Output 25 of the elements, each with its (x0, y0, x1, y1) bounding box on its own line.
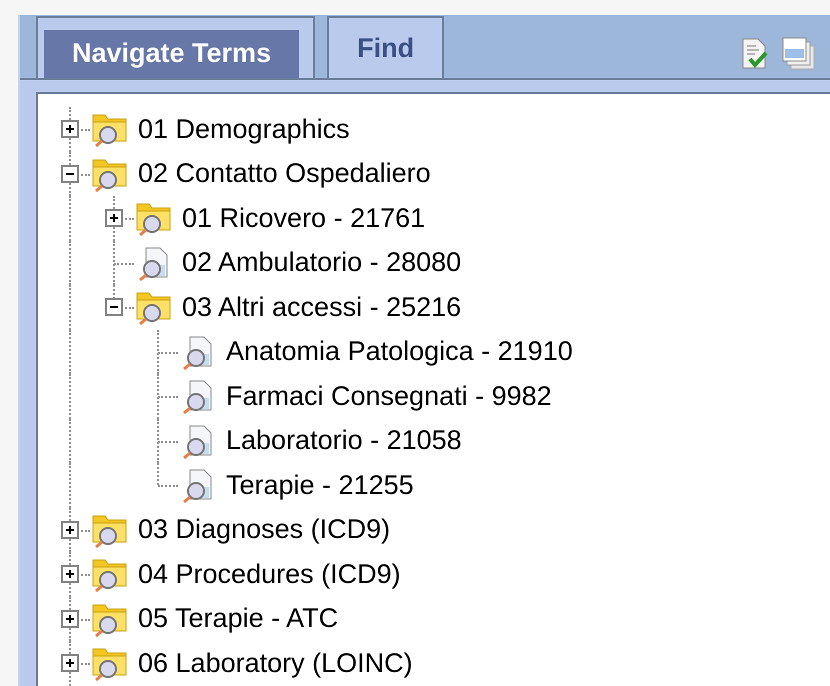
expand-icon[interactable] (61, 520, 79, 539)
tree-item[interactable]: 03 Diagnoses (ICD9) (138, 514, 390, 546)
collapse-icon[interactable] (61, 164, 79, 183)
expand-icon[interactable] (61, 565, 79, 584)
tree-item[interactable]: Farmaci Consegnati - 9982 (226, 380, 552, 412)
tree-item[interactable]: Laboratorio - 21058 (226, 425, 462, 456)
tree-item[interactable]: 03 Altri accessi - 25216 (182, 292, 462, 323)
tree-item[interactable]: 01 Demographics (138, 114, 350, 145)
tree-item[interactable]: Anatomia Patologica - 21910 (226, 336, 573, 368)
expand-icon[interactable] (61, 120, 79, 138)
tree-item[interactable]: 02 Ambulatorio - 28080 (182, 247, 462, 278)
expand-icon[interactable] (61, 654, 79, 672)
collapse-icon[interactable] (105, 298, 123, 316)
tree-item[interactable]: 04 Procedures (ICD9) (138, 558, 401, 590)
tab[interactable]: Navigate Terms (36, 16, 316, 78)
tree-item[interactable]: 05 Terapie - ATC (138, 603, 338, 634)
tree-item[interactable]: Terapie - 21255 (226, 470, 414, 501)
expand-icon[interactable] (61, 610, 79, 628)
document-check-icon[interactable] (740, 36, 770, 70)
tree-item[interactable]: 06 Laboratory (LOINC) (138, 648, 413, 679)
windows-icon[interactable] (782, 36, 816, 70)
tab[interactable]: Find (327, 16, 444, 78)
tree-item[interactable]: 02 Contatto Ospedaliero (138, 158, 431, 190)
expand-icon[interactable] (105, 209, 123, 228)
tree-item[interactable]: 01 Ricovero - 21761 (182, 202, 426, 234)
